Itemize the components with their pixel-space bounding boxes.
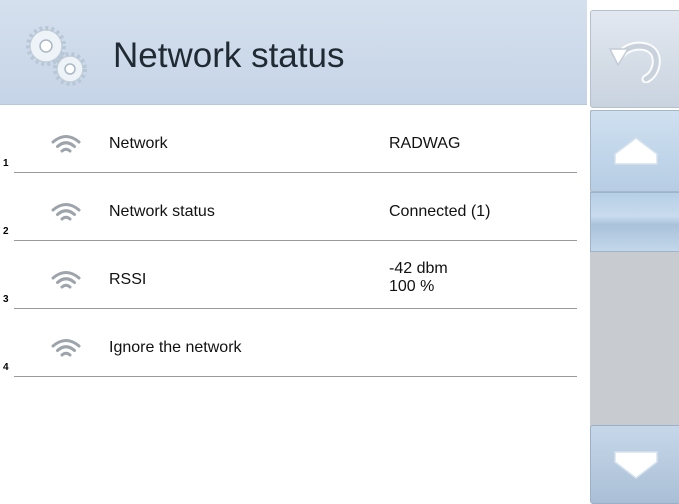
row-value: RADWAG: [389, 135, 461, 152]
wifi-icon: [51, 135, 81, 153]
list-item-rssi[interactable]: RSSI -42 dbm 100 % 3: [0, 241, 587, 309]
arrow-down-icon: [613, 450, 658, 479]
list-item-ignore-network[interactable]: Ignore the network 4: [0, 309, 587, 377]
header-bar: Network status: [0, 0, 587, 105]
scroll-thumb[interactable]: [590, 192, 679, 252]
back-button[interactable]: [590, 10, 679, 108]
wifi-icon: [51, 203, 81, 221]
row-number: 4: [3, 362, 9, 373]
scroll-down-button[interactable]: [590, 425, 679, 504]
row-label: Network: [109, 135, 168, 152]
settings-list: Network RADWAG 1 Network status Connecte…: [0, 105, 587, 377]
row-label: RSSI: [109, 271, 147, 288]
list-item-network-status[interactable]: Network status Connected (1) 2: [0, 173, 587, 241]
row-label: Ignore the network: [109, 339, 242, 356]
scroll-up-button[interactable]: [590, 110, 679, 192]
gears-icon: [26, 26, 87, 86]
wifi-icon: [51, 271, 81, 289]
row-value: -42 dbm 100 %: [389, 260, 448, 295]
list-item-network[interactable]: Network RADWAG 1: [0, 105, 587, 173]
row-divider: [14, 376, 577, 377]
side-panel: [587, 0, 679, 504]
row-label: Network status: [109, 203, 215, 220]
arrow-up-icon: [613, 137, 658, 165]
row-number: 3: [3, 294, 9, 305]
page-title: Network status: [113, 36, 345, 75]
wifi-icon: [51, 339, 81, 357]
row-value: Connected (1): [389, 203, 491, 220]
row-number: 1: [3, 158, 9, 169]
row-number: 2: [3, 226, 9, 237]
undo-arrow-icon: [608, 41, 661, 83]
